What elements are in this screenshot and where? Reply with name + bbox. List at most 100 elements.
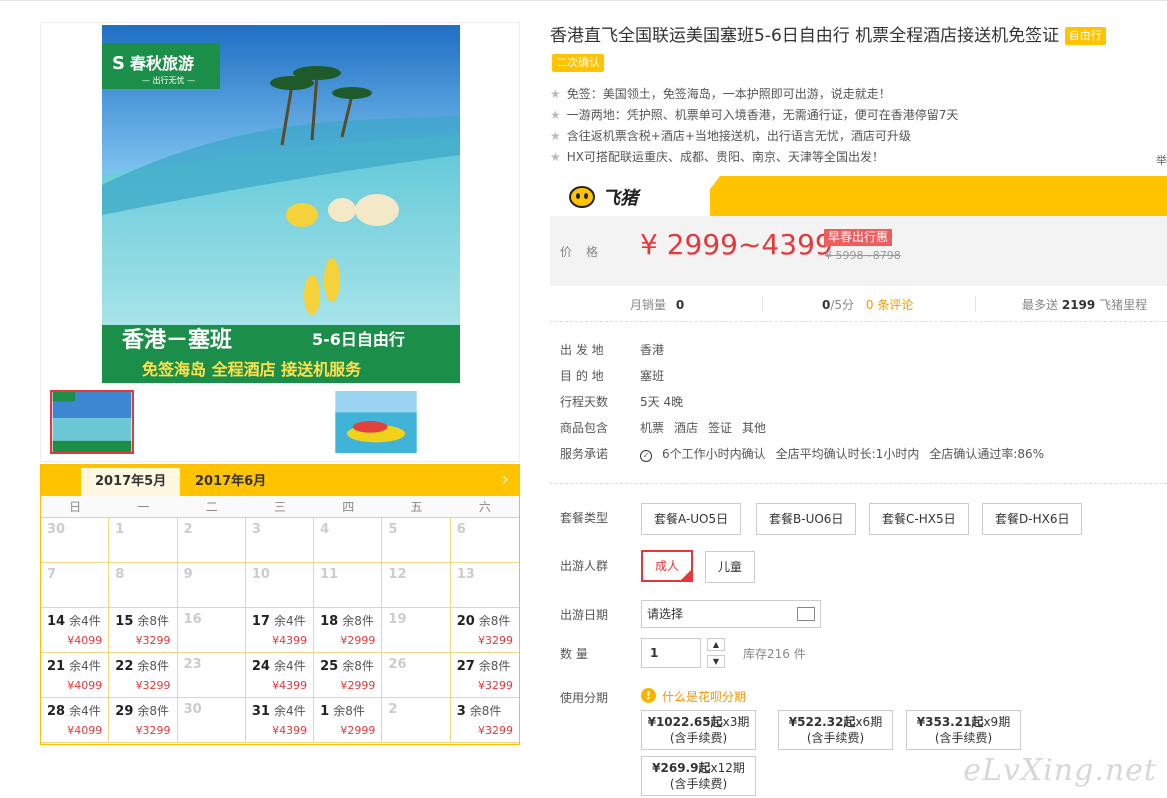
day-number: 3 bbox=[251, 522, 261, 537]
installment-term: x12期 bbox=[710, 761, 745, 775]
include-item: 机票 bbox=[640, 421, 665, 435]
price-value: ¥ 2999~4399 bbox=[640, 228, 833, 261]
date-placeholder: 请选择 bbox=[647, 607, 684, 621]
day-number: 1 bbox=[320, 704, 330, 719]
date-picker-input[interactable]: 请选择 bbox=[641, 600, 821, 628]
calendar-tab-may[interactable]: 2017年5月 bbox=[81, 468, 181, 496]
installment-label: 使用分期 bbox=[560, 691, 609, 705]
include-item: 签证 bbox=[708, 421, 733, 435]
installment-9[interactable]: ¥353.21起x9期 (含手续费) bbox=[906, 710, 1021, 750]
prop-key: 目 的 地 bbox=[560, 369, 604, 383]
banner-headline: 香港－塞班 bbox=[122, 327, 232, 353]
calendar-day[interactable]: 28 余4件 ¥4099 bbox=[41, 698, 110, 743]
package-c-button[interactable]: 套餐C-HX5日 bbox=[869, 503, 969, 535]
installment-12[interactable]: ¥269.9起x12期 (含手续费) bbox=[641, 756, 756, 796]
site-watermark: eLvXing.net bbox=[963, 753, 1157, 788]
calendar-day[interactable]: 22 余8件 ¥3299 bbox=[109, 653, 178, 698]
installment-6[interactable]: ¥522.32起x6期 (含手续费) bbox=[778, 710, 893, 750]
calendar-day: 3 bbox=[245, 518, 315, 563]
miles-suffix: 飞猪里程 bbox=[1099, 298, 1148, 312]
day-number: 29 bbox=[115, 704, 134, 719]
calendar-day[interactable]: 25 余8件 ¥2999 bbox=[314, 653, 383, 698]
remaining-count: 余4件 bbox=[273, 704, 306, 718]
calendar-day[interactable]: 18 余8件 ¥2999 bbox=[314, 608, 383, 653]
calendar-day[interactable]: 15 余8件 ¥3299 bbox=[109, 608, 178, 653]
prop-value: ✓ 6个工作小时内确认 全店平均确认时长:1小时内 全店确认通过率:86% bbox=[640, 444, 1054, 470]
brand-name: 飞猪 bbox=[602, 188, 638, 209]
calendar-day[interactable]: 1 余8件 ¥2999 bbox=[314, 698, 383, 743]
prop-value: 机票 酒店 签证 其他 bbox=[640, 418, 776, 444]
remaining-count: 余8件 bbox=[137, 704, 170, 718]
original-price: ¥ 5998~8798 bbox=[825, 249, 901, 262]
installment-price: ¥269.9起 bbox=[652, 761, 711, 775]
remaining-count: 余8件 bbox=[469, 704, 502, 718]
prop-days: 行程天数 5天 4晚 bbox=[560, 392, 1054, 418]
chevron-up-icon[interactable]: ▲ bbox=[707, 638, 725, 651]
miles-value: 2199 bbox=[1061, 298, 1096, 312]
price-label: 价格 bbox=[560, 245, 613, 259]
feature-text: 一游两地：凭护照、机票单可入境香港，无需通行证，便可在香港停留7天 bbox=[566, 108, 959, 122]
reviews-link[interactable]: 0 条评论 bbox=[866, 298, 913, 312]
day-number: 6 bbox=[456, 522, 466, 537]
thumbnail-1[interactable] bbox=[50, 390, 134, 454]
check-circle-icon: ✓ bbox=[640, 450, 652, 462]
feature-text: 免签：美国领土，免签海岛，一本护照即可出游，说走就走！ bbox=[566, 87, 891, 101]
stock-count: 库存216 件 bbox=[743, 647, 806, 661]
calendar-day[interactable]: 31 余4件 ¥4399 bbox=[245, 698, 315, 743]
package-b-button[interactable]: 套餐B-UO6日 bbox=[756, 503, 857, 535]
installment-3[interactable]: ¥1022.65起x3期 (含手续费) bbox=[641, 710, 756, 750]
chevron-right-icon[interactable]: › bbox=[502, 469, 509, 490]
day-number: 16 bbox=[183, 612, 202, 627]
day-number: 2 bbox=[388, 702, 398, 717]
report-link[interactable]: 举 bbox=[1156, 152, 1167, 168]
prop-depart: 出 发 地 香港 bbox=[560, 340, 1054, 366]
remaining-count: 余4件 bbox=[273, 659, 306, 673]
prop-key: 服务承诺 bbox=[560, 447, 609, 461]
miles-reward: 最多送 2199 飞猪里程 bbox=[1022, 296, 1147, 313]
calendar-day[interactable]: 20 余8件 ¥3299 bbox=[450, 608, 519, 653]
installment-price: ¥353.21起 bbox=[916, 715, 984, 729]
feature-item: ★ HX可搭配联运重庆、成都、贵阳、南京、天津等全国出发！ bbox=[550, 147, 958, 168]
feature-text: 含往返机票含税+酒店+当地接送机，出行语言无忧，酒店可升级 bbox=[566, 129, 911, 143]
chevron-down-icon[interactable]: ▼ bbox=[707, 655, 725, 668]
remaining-count: 余4件 bbox=[273, 614, 306, 628]
calendar-day[interactable]: 29 余8件 ¥3299 bbox=[109, 698, 178, 743]
day-price: ¥2999 bbox=[340, 634, 376, 647]
calendar-day[interactable]: 17 余4件 ¥4399 bbox=[245, 608, 315, 653]
calendar-icon[interactable] bbox=[797, 607, 815, 621]
child-button[interactable]: 儿童 bbox=[705, 551, 756, 583]
brand-sub: — 出行无忧 — bbox=[142, 75, 195, 85]
adult-button[interactable]: 成人 bbox=[641, 550, 694, 582]
day-number: 13 bbox=[456, 567, 475, 582]
calendar-day[interactable]: 24 余4件 ¥4399 bbox=[245, 653, 315, 698]
day-price: ¥3299 bbox=[135, 634, 171, 647]
calendar-tab-june[interactable]: 2017年6月 bbox=[181, 468, 280, 496]
huabei-link[interactable]: 什么是花呗分期 bbox=[662, 688, 746, 705]
miles-prefix: 最多送 bbox=[1022, 298, 1059, 312]
star-icon: ★ bbox=[550, 87, 561, 101]
main-product-image[interactable]: S 春秋旅游 — 出行无忧 — 香港－塞班 5-6日自由行 免签海岛 全程酒店 … bbox=[102, 25, 460, 383]
calendar-day[interactable]: 27 余8件 ¥3299 bbox=[450, 653, 519, 698]
calendar-day: 4 bbox=[314, 518, 383, 563]
calendar-day[interactable]: 3 余8件 ¥3299 bbox=[450, 698, 519, 743]
day-number: 1 bbox=[115, 522, 125, 537]
weekday-label: 三 bbox=[273, 500, 286, 514]
svg-text:S: S bbox=[112, 53, 125, 74]
calendar-day: 5 bbox=[382, 518, 451, 563]
calendar-day[interactable]: 21 余4件 ¥4099 bbox=[41, 653, 110, 698]
prop-key: 商品包含 bbox=[560, 421, 609, 435]
calendar-day[interactable]: 14 余4件 ¥4099 bbox=[41, 608, 110, 653]
weekday-label: 五 bbox=[410, 500, 423, 514]
calendar-grid: 30 1 2 3 4 5 6 7 8 9 10 11 12 13 14 余4件 ¥4099 15 余8件 ¥3299 1… bbox=[41, 518, 519, 743]
thumbnail-2[interactable] bbox=[334, 390, 418, 454]
quantity-input[interactable]: 1 bbox=[641, 638, 701, 668]
day-number: 27 bbox=[456, 659, 475, 674]
package-d-button[interactable]: 套餐D-HX6日 bbox=[982, 503, 1083, 535]
include-item: 其他 bbox=[742, 421, 767, 435]
remaining-count: 余8件 bbox=[342, 614, 374, 628]
day-number: 25 bbox=[320, 659, 339, 674]
package-a-button[interactable]: 套餐A-UO5日 bbox=[641, 503, 742, 535]
stats-bar: 月销量 0 0/5分 0 条评论 最多送 2199 飞猪里程 bbox=[550, 286, 1167, 322]
weekday-label: 二 bbox=[205, 500, 218, 514]
product-title: 香港直飞全国联运美国塞班5-6日自由行 机票全程酒店接送机免签证 自由行 bbox=[550, 24, 1150, 48]
